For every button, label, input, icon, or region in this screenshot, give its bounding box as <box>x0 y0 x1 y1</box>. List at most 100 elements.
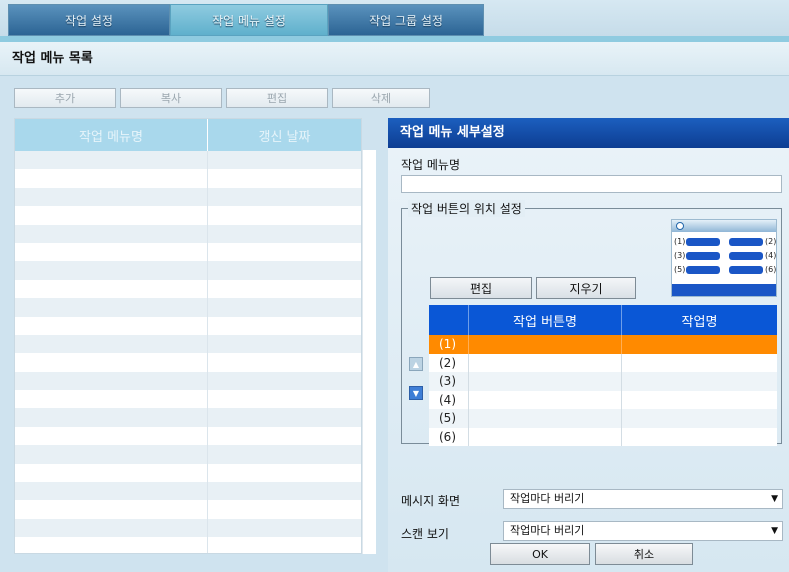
menu-list-row[interactable] <box>15 298 361 317</box>
updated-date-cell <box>208 169 361 187</box>
tab-job-menu-settings[interactable]: 작업 메뉴 설정 <box>170 4 328 36</box>
button-table-row[interactable]: (2) <box>429 353 777 372</box>
menu-name-input[interactable] <box>401 175 782 193</box>
updated-date-cell <box>208 206 361 224</box>
ok-button[interactable]: OK <box>490 543 590 565</box>
preview-label-5: (5) <box>674 265 686 274</box>
updated-date-cell <box>208 261 361 279</box>
menu-list-row[interactable] <box>15 169 361 188</box>
updated-date-cell <box>208 482 361 500</box>
menu-list-row[interactable] <box>15 224 361 243</box>
updated-date-cell <box>208 500 361 518</box>
preview-label-2: (2) <box>765 237 777 246</box>
menu-name-cell <box>15 353 208 372</box>
menu-list-row[interactable] <box>15 353 361 372</box>
menu-list-row[interactable] <box>15 500 361 519</box>
preview-slot-2 <box>729 238 763 246</box>
menu-list-row[interactable] <box>15 426 361 446</box>
menu-name-cell <box>15 537 208 553</box>
detail-panel: 작업 메뉴 세부설정 작업 메뉴명 작업 버튼의 위치 설정 (1) (2) (… <box>388 118 789 572</box>
job-name-cell <box>622 428 777 447</box>
button-table-row[interactable]: (4) <box>429 390 777 409</box>
tab-job-group-settings[interactable]: 작업 그룹 설정 <box>328 4 484 36</box>
move-up-icon[interactable]: ▲ <box>409 357 423 371</box>
updated-date-cell <box>208 408 361 426</box>
col-job-name: 작업명 <box>681 314 718 330</box>
preview-label-3: (3) <box>674 251 686 260</box>
row-number: (4) <box>429 390 469 409</box>
menu-list-row[interactable] <box>15 316 361 335</box>
menu-list-row[interactable] <box>15 482 361 501</box>
menu-list-row[interactable] <box>15 151 361 170</box>
menu-name-cell <box>15 224 208 243</box>
menu-list-row[interactable] <box>15 261 361 280</box>
scan-view-select[interactable]: 작업마다 버리기 ▼ <box>503 521 783 541</box>
button-clear[interactable]: 지우기 <box>536 277 636 299</box>
row-number: (2) <box>429 353 469 372</box>
menu-list-row[interactable] <box>15 334 361 354</box>
job-name-cell <box>622 372 777 391</box>
button-table: 작업 버튼명 작업명 (1) (2) (3) (4) (5) (6) <box>429 305 777 446</box>
cancel-button[interactable]: 취소 <box>595 543 693 565</box>
preview-titlebar <box>672 220 776 232</box>
menu-list-row[interactable] <box>15 371 361 391</box>
menu-name-cell <box>15 334 208 354</box>
message-screen-select[interactable]: 작업마다 버리기 ▼ <box>503 489 783 509</box>
menu-list-row[interactable] <box>15 390 361 409</box>
menu-list-scrollbar[interactable] <box>362 150 376 554</box>
menu-list-row[interactable] <box>15 445 361 464</box>
preview-slot-4 <box>729 252 763 260</box>
row-number: (3) <box>429 372 469 391</box>
button-table-row[interactable]: (5) <box>429 409 777 428</box>
menu-list-row[interactable] <box>15 463 361 483</box>
menu-name-cell <box>15 316 208 335</box>
menu-list-row[interactable] <box>15 537 361 553</box>
menu-name-cell <box>15 187 208 207</box>
add-button[interactable]: 추가 <box>14 88 116 108</box>
button-edit[interactable]: 편집 <box>430 277 532 299</box>
menu-name-cell <box>15 261 208 280</box>
job-name-cell <box>622 409 777 428</box>
move-down-icon[interactable]: ▼ <box>409 386 423 400</box>
col-updated-date[interactable]: 갱신 날짜 <box>208 119 361 151</box>
button-name-cell <box>469 409 622 428</box>
menu-list-row[interactable] <box>15 242 361 262</box>
updated-date-cell <box>208 298 361 316</box>
edit-button[interactable]: 편집 <box>226 88 328 108</box>
button-table-row[interactable]: (1) <box>429 335 777 354</box>
chevron-down-icon: ▼ <box>771 494 778 504</box>
button-table-row[interactable]: (6) <box>429 427 777 447</box>
job-name-cell <box>622 335 777 354</box>
row-number: (1) <box>429 335 469 354</box>
menu-name-cell <box>15 298 208 317</box>
copy-button[interactable]: 복사 <box>120 88 222 108</box>
menu-name-cell <box>15 169 208 188</box>
col-menu-name[interactable]: 작업 메뉴명 <box>15 119 208 151</box>
menu-list-row[interactable] <box>15 279 361 299</box>
menu-list-table[interactable]: 작업 메뉴명 갱신 날짜 <box>14 118 362 554</box>
updated-date-cell <box>208 188 361 206</box>
delete-button[interactable]: 삭제 <box>332 88 430 108</box>
button-table-header: 작업 버튼명 작업명 <box>429 305 777 335</box>
preview-label-4: (4) <box>765 251 777 260</box>
updated-date-cell <box>208 464 361 482</box>
menu-name-cell <box>15 518 208 538</box>
menu-name-cell <box>15 500 208 519</box>
updated-date-cell <box>208 243 361 261</box>
menu-name-cell <box>15 426 208 446</box>
col-number <box>429 305 469 335</box>
updated-date-cell <box>208 537 361 553</box>
menu-list-row[interactable] <box>15 206 361 225</box>
preview-app-icon <box>676 222 684 230</box>
menu-list-row[interactable] <box>15 408 361 427</box>
updated-date-cell <box>208 151 361 169</box>
tab-job-settings[interactable]: 작업 설정 <box>8 4 170 36</box>
button-table-row[interactable]: (3) <box>429 372 777 391</box>
menu-name-cell <box>15 463 208 483</box>
updated-date-cell <box>208 372 361 390</box>
menu-list-title: 작업 메뉴 목록 <box>0 42 789 76</box>
menu-name-label: 작업 메뉴명 <box>401 158 461 172</box>
menu-list-row[interactable] <box>15 518 361 538</box>
menu-list-row[interactable] <box>15 187 361 207</box>
updated-date-cell <box>208 353 361 371</box>
